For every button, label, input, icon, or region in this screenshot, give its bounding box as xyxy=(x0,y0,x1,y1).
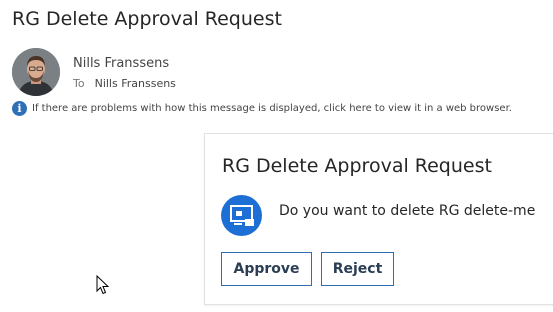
approve-button[interactable]: Approve xyxy=(221,252,312,286)
recipient-line: To Nills Franssens xyxy=(73,77,176,90)
mouse-pointer-icon xyxy=(96,274,110,299)
approval-question: Do you want to delete RG delete-me xyxy=(279,203,536,219)
power-automate-icon xyxy=(221,195,262,236)
info-icon: i xyxy=(12,101,27,116)
email-subject: RG Delete Approval Request xyxy=(12,8,282,30)
sender-name[interactable]: Nills Franssens xyxy=(73,56,169,71)
approval-card: RG Delete Approval Request Do you want t… xyxy=(204,133,553,305)
card-title: RG Delete Approval Request xyxy=(222,155,492,177)
avatar-image xyxy=(12,48,60,96)
to-label: To xyxy=(73,77,85,90)
info-bar[interactable]: i If there are problems with how this me… xyxy=(12,101,512,116)
recipient-name[interactable]: Nills Franssens xyxy=(95,77,176,90)
sender-avatar[interactable] xyxy=(12,48,60,96)
info-message[interactable]: If there are problems with how this mess… xyxy=(32,103,512,114)
reject-button[interactable]: Reject xyxy=(321,252,394,286)
